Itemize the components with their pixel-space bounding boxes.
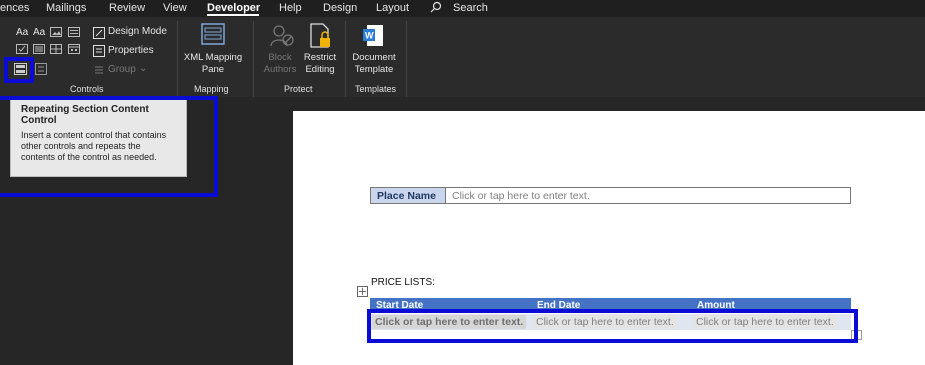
rich-text-control-button[interactable]: Aa bbox=[16, 27, 28, 38]
picture-control-icon[interactable] bbox=[50, 27, 62, 37]
ribbon-separator bbox=[177, 21, 178, 97]
tab-references[interactable]: ences bbox=[0, 2, 29, 14]
document-template-label-line1: Document bbox=[352, 52, 396, 63]
group-button[interactable]: Group bbox=[108, 64, 136, 75]
building-block-gallery-icon[interactable] bbox=[68, 27, 80, 37]
xml-mapping-label-line1: XML Mapping bbox=[183, 52, 243, 63]
checkbox-control-icon[interactable] bbox=[16, 44, 28, 54]
mapping-group-label: Mapping bbox=[194, 84, 229, 94]
ribbon-tab-bar: ences Mailings Review View Developer Hel… bbox=[0, 0, 925, 17]
search-icon[interactable] bbox=[430, 1, 442, 13]
document-template-icon: W bbox=[363, 25, 383, 46]
tab-mailings[interactable]: Mailings bbox=[46, 2, 86, 14]
design-mode-button[interactable]: Design Mode bbox=[108, 26, 167, 37]
document-template-label-line2: Template bbox=[354, 64, 394, 75]
restrict-editing-button[interactable]: Restrict Editing bbox=[301, 52, 339, 76]
xml-mapping-pane-button[interactable]: XML Mapping Pane bbox=[181, 52, 245, 76]
tab-view[interactable]: View bbox=[163, 2, 187, 14]
svg-text:W: W bbox=[365, 31, 374, 41]
place-name-label: Place Name bbox=[371, 188, 446, 203]
ribbon-separator bbox=[253, 21, 254, 97]
tooltip-highlight bbox=[0, 96, 218, 197]
plain-text-control-button[interactable]: Aa bbox=[33, 27, 45, 38]
tab-layout[interactable]: Layout bbox=[376, 2, 409, 14]
active-tab-underline bbox=[207, 14, 259, 16]
tab-review[interactable]: Review bbox=[109, 2, 145, 14]
xml-mapping-pane-icon bbox=[201, 23, 225, 45]
tab-help[interactable]: Help bbox=[279, 2, 302, 14]
date-picker-control-icon[interactable] bbox=[68, 44, 80, 54]
legacy-tools-icon[interactable] bbox=[35, 63, 47, 75]
restrict-editing-label-line1: Restrict bbox=[303, 52, 337, 63]
place-name-table: Place Name Click or tap here to enter te… bbox=[370, 187, 851, 204]
search-label[interactable]: Search bbox=[453, 2, 488, 14]
price-lists-title: PRICE LISTS: bbox=[371, 277, 435, 288]
tab-design[interactable]: Design bbox=[323, 2, 357, 14]
xml-mapping-label-line2: Pane bbox=[201, 64, 225, 75]
block-authors-label-line1: Block bbox=[268, 52, 292, 63]
table-move-handle-icon[interactable] bbox=[357, 286, 368, 297]
ribbon-separator bbox=[345, 21, 346, 97]
repeating-section-button-highlight bbox=[4, 57, 34, 83]
developer-ribbon: Aa Aa Design Mode Properties Group ⌄ Con… bbox=[0, 17, 925, 97]
restrict-editing-icon bbox=[310, 23, 330, 48]
place-name-content-control[interactable]: Click or tap here to enter text. bbox=[446, 188, 850, 203]
group-icon bbox=[95, 66, 103, 74]
block-authors-button[interactable]: Block Authors bbox=[259, 52, 301, 76]
tab-developer[interactable]: Developer bbox=[207, 2, 260, 14]
templates-group-label: Templates bbox=[355, 84, 397, 94]
properties-button[interactable]: Properties bbox=[108, 45, 154, 56]
restrict-editing-label-line2: Editing bbox=[305, 64, 335, 75]
repeating-row-highlight bbox=[367, 309, 858, 343]
block-authors-label-line2: Authors bbox=[263, 64, 297, 75]
protect-group-label: Protect bbox=[284, 84, 313, 94]
block-authors-icon bbox=[270, 25, 294, 47]
controls-group-label: Controls bbox=[70, 84, 104, 94]
dropdown-list-control-icon[interactable] bbox=[50, 44, 62, 54]
properties-icon bbox=[93, 45, 105, 57]
document-template-button[interactable]: Document Template bbox=[349, 52, 399, 76]
design-mode-icon bbox=[93, 27, 105, 39]
combo-box-control-icon[interactable] bbox=[33, 44, 45, 54]
group-dropdown-chevron-icon: ⌄ bbox=[139, 63, 148, 74]
ribbon-separator bbox=[406, 21, 407, 97]
